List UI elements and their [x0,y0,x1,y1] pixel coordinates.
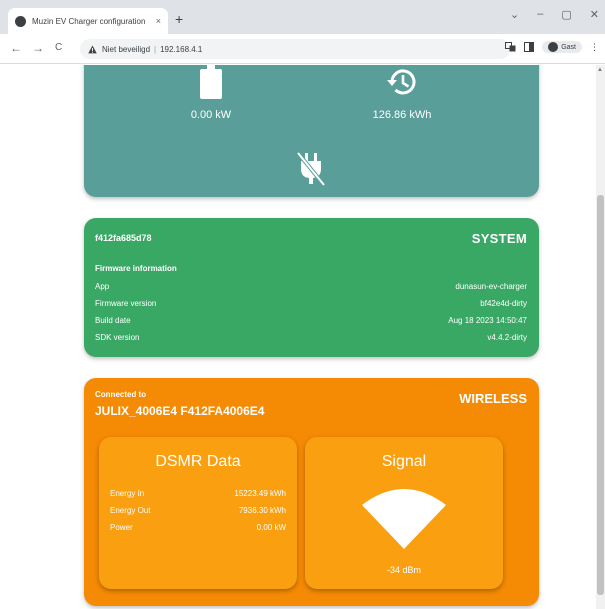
power-column: 0.00 kW [136,65,286,121]
row-value: dunasun-ev-charger [455,282,527,291]
system-row-sdk: SDK version v4.4.2-dirty [95,333,527,345]
wireless-card: Connected to JULIX_4006E4 F412FA4006E4 W… [84,378,539,606]
row-label: Firmware version [95,299,157,308]
signal-strength-value: -34 dBm [386,565,421,575]
guest-avatar-icon [548,42,559,52]
row-label: Power [110,523,133,532]
page-viewport: 0.00 kW 126.86 kWh f412fa685d78 SYSTEM F… [0,65,596,609]
close-window-button[interactable]: ✕ [590,8,599,21]
system-row-build-date: Build date Aug 18 2023 14:50:47 [95,316,527,328]
back-button[interactable]: ← [10,41,22,55]
tab-title: Muzin EV Charger configuration [32,16,146,26]
toolbar-right: Gast ⋮ [505,41,599,53]
dsmr-row-energy-out: Energy Out 7936.30 kWh [110,506,286,515]
reload-button[interactable]: C [55,42,62,53]
address-bar[interactable]: Niet beveiligd | 192.168.4.1 [80,39,510,59]
plug-off-icon [296,151,326,187]
page-scrollbar[interactable]: ▲ [596,65,605,609]
row-value: v4.4.2-dirty [487,333,527,342]
row-value: bf42e4d-dirty [480,299,527,308]
row-value: Aug 18 2023 14:50:47 [448,316,527,325]
wireless-title: WIRELESS [459,391,527,406]
url-separator: | [154,44,157,54]
tab-search-icon[interactable]: ⌄ [510,8,519,21]
dsmr-title: DSMR Data [155,453,241,470]
row-label: Build date [95,316,131,325]
signal-title: Signal [381,453,427,470]
forward-button[interactable]: → [32,41,44,55]
row-label: Energy Out [110,506,151,515]
battery-icon [200,65,222,99]
translate-icon[interactable] [505,42,516,52]
profile-button[interactable]: Gast [542,41,582,53]
warning-icon [88,44,97,53]
wifi-signal-icon [362,489,446,549]
browser-toolbar: ← → C Niet beveiligd | 192.168.4.1 Gast … [0,34,605,64]
scroll-up-icon[interactable]: ▲ [597,67,603,73]
system-card: f412fa685d78 SYSTEM Firmware information… [84,218,539,357]
system-row-firmware: Firmware version bf42e4d-dirty [95,299,527,311]
security-label: Niet beveiligd [102,44,151,54]
url-text: 192.168.4.1 [160,44,203,54]
side-panel-icon[interactable] [524,42,535,52]
close-tab-icon[interactable]: × [156,16,161,26]
row-label: App [95,282,110,291]
browser-menu-icon[interactable]: ⋮ [590,42,599,53]
window-controls: ⌄ ‒ ▢ ✕ [510,8,599,21]
row-label: SDK version [95,333,140,342]
dsmr-panel: DSMR Data Energy In 15223.49 kWh Energy … [99,437,297,589]
dsmr-row-energy-in: Energy In 15223.49 kWh [110,489,286,498]
power-value: 0.00 kW [190,109,232,121]
row-label: Energy In [110,489,145,498]
tab-bar: Muzin EV Charger configuration × + ⌄ ‒ ▢… [0,0,605,34]
system-row-app: App dunasun-ev-charger [95,282,527,294]
system-title: SYSTEM [471,231,527,246]
row-value: 0.00 kW [256,523,286,532]
browser-window: Muzin EV Charger configuration × + ⌄ ‒ ▢… [0,0,605,609]
firmware-heading: Firmware information [95,264,177,273]
dsmr-row-power: Power 0.00 kW [110,523,286,532]
wifi-ssid: JULIX_4006E4 F412FA4006E4 [95,404,265,418]
signal-panel: Signal -34 dBm [305,437,503,589]
device-id: f412fa685d78 [95,233,152,243]
session-energy-value: 126.86 kWh [372,109,432,121]
history-icon [387,69,416,95]
maximize-button[interactable]: ▢ [561,8,571,21]
row-value: 15223.49 kWh [234,489,286,498]
session-column: 126.86 kWh [327,65,477,121]
scrollbar-thumb[interactable] [597,195,604,595]
connected-label: Connected to [95,390,147,399]
globe-icon [15,15,26,27]
browser-tab[interactable]: Muzin EV Charger configuration × [8,8,168,34]
minimize-button[interactable]: ‒ [537,8,543,21]
power-card: 0.00 kW 126.86 kWh [84,65,539,197]
profile-label: Gast [561,43,576,51]
row-value: 7936.30 kWh [238,506,286,515]
new-tab-button[interactable]: + [175,12,183,26]
